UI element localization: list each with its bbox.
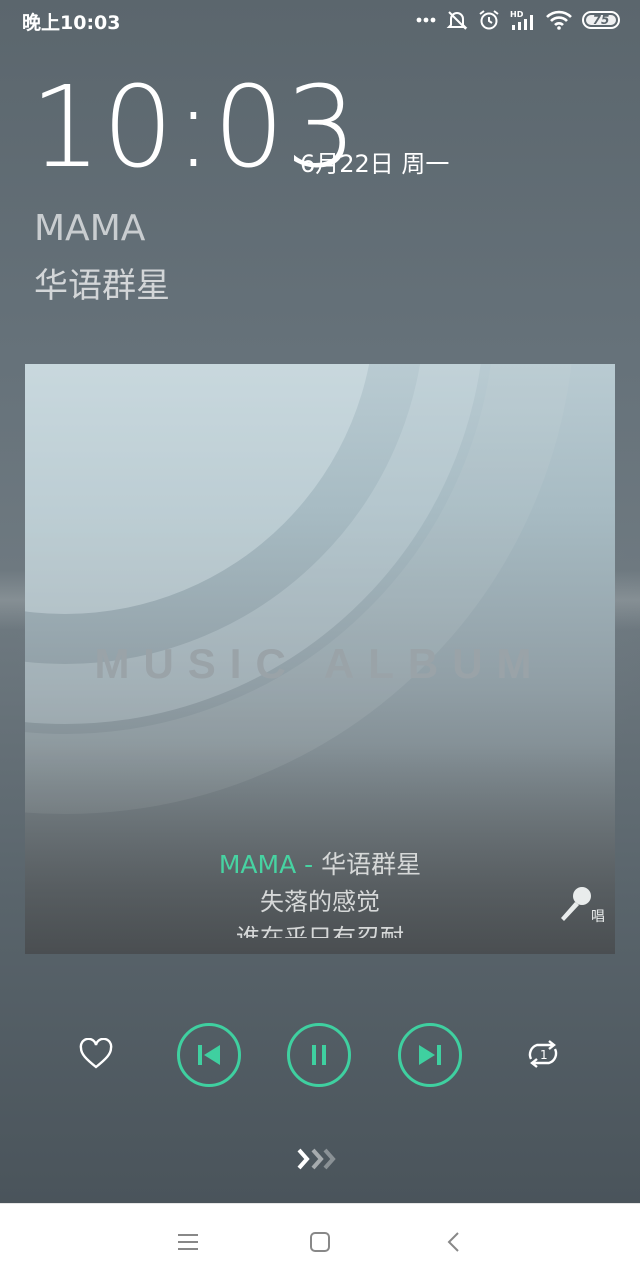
lyric-line-next: 谁在乎只有忍耐 [236,924,404,938]
lockscreen-date: 6月22日 周一 [300,150,450,178]
lyric-heading: MAMA - 华语群星 [25,846,615,884]
playback-controls: 1 [0,1020,640,1090]
repeat-mode-button[interactable]: 1 [522,1034,564,1074]
previous-button[interactable] [177,1023,241,1087]
previous-icon [198,1045,220,1065]
status-icons: HD 75 [416,6,620,34]
home-icon [310,1232,330,1252]
hd-signal-icon: HD [510,10,533,30]
sing-label: 唱 [591,909,605,925]
navigation-bar [0,1203,640,1281]
battery-icon: 75 [582,11,620,29]
swipe-unlock-hint[interactable] [0,1144,640,1178]
pause-icon [312,1045,326,1065]
back-button[interactable] [434,1222,474,1262]
lyrics[interactable]: MAMA - 华语群星 失落的感觉 谁在乎只有忍耐 [25,846,615,938]
lyric-artist: 华语群星 [321,850,422,879]
svg-text:HD: HD [510,10,524,19]
mute-icon [446,11,468,30]
pause-button[interactable] [287,1023,351,1087]
home-button[interactable] [300,1222,340,1262]
status-time: 晚上10:03 [22,12,121,34]
lyric-line-current: 失落的感觉 [260,888,380,916]
unlock-chevrons-icon [297,1148,336,1170]
next-button[interactable] [398,1023,462,1087]
lyric-song-title: MAMA [218,850,297,879]
back-icon [447,1232,459,1252]
album-art[interactable]: MUSIC ALBUM MAMA - 华语群星 失落的感觉 谁在乎只有忍耐 唱 [25,364,615,954]
battery-level: 75 [592,13,610,27]
next-icon [419,1045,441,1065]
song-artist: 华语群星 [34,266,170,306]
repeat-one-icon: 1 [528,1040,558,1068]
song-title: MAMA [34,208,146,249]
alarm-icon [479,10,499,30]
more-dots-icon [416,17,436,23]
status-bar: 晚上10:03 HD 75 [0,0,640,40]
wifi-icon [546,10,572,30]
favorite-button[interactable] [76,1034,116,1074]
lockscreen: 晚上10:03 HD 75 10:03 6月22日 周一 MAMA 华语群星 M… [0,0,640,1203]
menu-button[interactable] [168,1222,208,1262]
lyric-separator: - [296,850,322,879]
heart-icon [79,1038,113,1069]
menu-icon [178,1234,198,1250]
microphone-icon[interactable] [555,884,595,924]
album-art-text: MUSIC ALBUM [94,640,546,687]
svg-text:1: 1 [540,1048,548,1062]
